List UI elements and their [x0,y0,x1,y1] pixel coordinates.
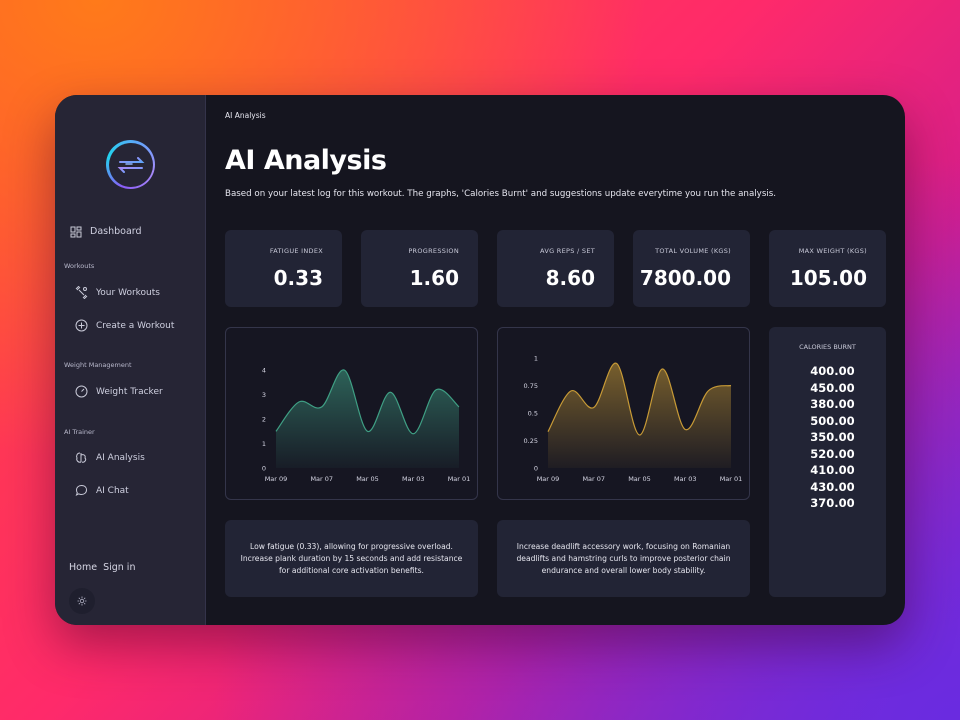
stat-value: 8.60 [545,266,595,290]
main-content: AI Analysis AI Analysis Based on your la… [206,95,905,625]
home-link[interactable]: Home [69,562,97,573]
x-tick-label: Mar 01 [720,475,743,483]
sidebar-item-label: AI Chat [96,485,129,496]
x-tick-label: Mar 07 [310,475,333,483]
x-tick-label: Mar 05 [628,475,651,483]
plus-circle-icon [75,319,88,332]
calories-burnt-card: CALORIES BURNT 400.00 450.00 380.00 500.… [769,327,886,597]
chart-card-2: 0 0.25 0.5 0.75 1 Mar 09 Mar 07 Mar 05 Mar 03 Mar… [497,327,750,500]
y-tick-label: 0 [262,465,266,473]
logo-mark-icon [117,156,144,173]
sign-in-link[interactable]: Sign in [103,562,135,573]
sidebar-item-weight-tracker[interactable]: Weight Tracker [75,385,163,398]
app-window: Dashboard Workouts Your Workouts Create … [55,95,905,625]
theme-toggle-button[interactable] [69,588,95,614]
x-tick-label: Mar 01 [448,475,471,483]
stat-card-fatigue-index: FATIGUE INDEX 0.33 [225,230,342,307]
y-tick-label: 4 [262,367,266,375]
stat-card-total-volume: TOTAL VOLUME (KGS) 7800.00 [633,230,750,307]
y-tick-label: 0.25 [524,437,538,445]
calories-value: 450.00 [810,380,855,395]
nav-section-ai-trainer: AI Trainer [64,428,95,436]
calories-value: 430.00 [810,479,855,494]
area-chart-2: 0 0.25 0.5 0.75 1 Mar 09 Mar 07 Mar 05 Mar 03 Mar… [524,355,743,484]
sidebar-item-create-workout[interactable]: Create a Workout [75,319,174,332]
y-tick-label: 0.5 [528,410,538,418]
calories-value: 400.00 [810,364,855,378]
stat-card-progression: PROGRESSION 1.60 [361,230,478,307]
sidebar-item-label: Your Workouts [96,287,160,298]
stat-value: 7800.00 [639,266,731,290]
chart-area [276,369,459,468]
sidebar-item-label: AI Analysis [96,452,145,463]
stat-label: PROGRESSION [408,247,459,255]
x-tick-label: Mar 03 [674,475,697,483]
stat-label: FATIGUE INDEX [269,247,323,255]
x-tick-label: Mar 09 [537,475,560,483]
breadcrumb: AI Analysis [225,111,266,120]
x-tick-label: Mar 07 [582,475,605,483]
app-logo[interactable] [106,140,155,189]
suggestion-card-1: Low fatigue (0.33), allowing for progres… [225,520,478,597]
stat-card-max-weight: MAX WEIGHT (KGS) 105.00 [769,230,886,307]
sidebar-item-label: Create a Workout [96,320,175,331]
area-chart-1: 0 1 2 3 4 Mar 09 Mar 07 Mar 05 Mar 03 Mar 01 [262,367,471,483]
y-tick-label: 3 [262,391,266,399]
x-tick-label: Mar 05 [356,475,379,483]
sidebar-item-your-workouts[interactable]: Your Workouts [75,286,160,299]
brain-icon [75,451,88,464]
dumbbell-icon [75,286,88,299]
y-tick-label: 0.75 [524,382,538,390]
stat-value: 105.00 [789,266,867,290]
sidebar-item-label: Weight Tracker [96,386,163,397]
sidebar-item-ai-chat[interactable]: AI Chat [75,484,129,497]
nav-section-workouts: Workouts [64,262,95,270]
calories-list: 400.00 450.00 380.00 500.00 350.00 520.0… [769,363,886,512]
stat-label: TOTAL VOLUME (KGS) [655,247,731,255]
calories-title: CALORIES BURNT [799,343,856,351]
sidebar-item-ai-analysis[interactable]: AI Analysis [75,451,145,464]
dashboard-icon [69,225,82,238]
chat-bubble-icon [75,484,88,497]
stat-label: MAX WEIGHT (KGS) [798,247,867,255]
y-tick-label: 1 [262,440,266,448]
calories-value: 520.00 [810,446,855,461]
stat-card-avg-reps: AVG REPS / SET 8.60 [497,230,614,307]
sidebar-item-label: Dashboard [90,226,142,237]
sun-icon [77,596,87,606]
stat-label: AVG REPS / SET [540,247,595,255]
calories-value: 380.00 [810,397,855,411]
chart-area [548,363,731,468]
sidebar-item-dashboard[interactable]: Dashboard [69,225,142,238]
y-tick-label: 1 [534,355,538,363]
calories-value: 500.00 [810,413,855,428]
y-tick-label: 0 [534,465,538,473]
y-tick-label: 2 [262,416,266,424]
gauge-icon [75,385,88,398]
stat-value: 1.60 [409,266,459,290]
sidebar: Dashboard Workouts Your Workouts Create … [55,95,206,625]
chart-card-1: 0 1 2 3 4 Mar 09 Mar 07 Mar 05 Mar 03 Mar 01 [225,327,478,500]
nav-section-weight-management: Weight Management [64,361,132,369]
page-title: AI Analysis [225,145,387,176]
calories-value: 350.00 [810,430,855,444]
suggestion-card-2: Increase deadlift accessory work, focusi… [497,520,750,597]
calories-value: 410.00 [810,463,855,477]
stat-value: 0.33 [273,266,323,290]
x-tick-label: Mar 09 [265,475,288,483]
bottom-links: Home Sign in [69,562,135,573]
page-subtitle: Based on your latest log for this workou… [225,189,777,199]
x-tick-label: Mar 03 [402,475,425,483]
calories-value: 370.00 [810,496,855,510]
